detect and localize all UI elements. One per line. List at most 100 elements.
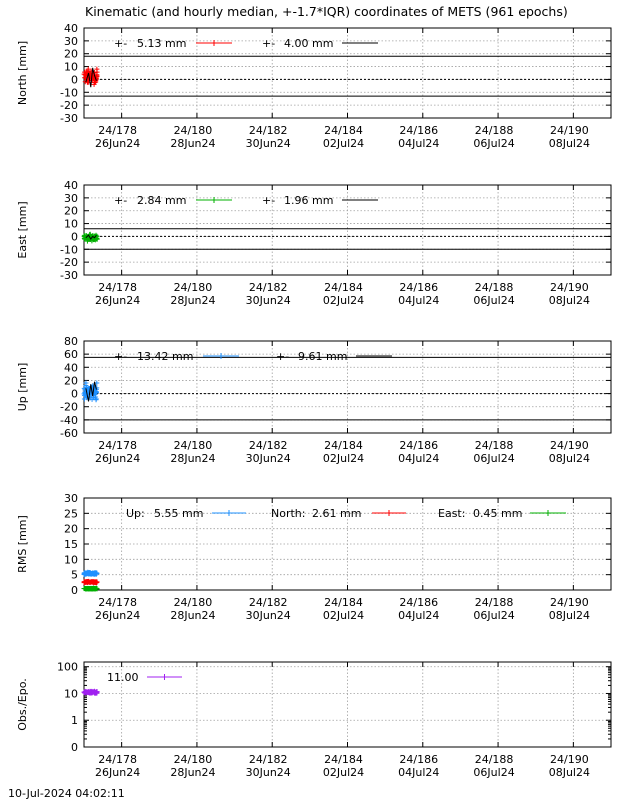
x-tick-label-doy: 24/182 [249, 596, 288, 609]
legend-prefix: +- [262, 194, 275, 207]
x-tick-label-doy: 24/186 [399, 596, 438, 609]
legend-entry: +- 2.84 mm [114, 194, 232, 207]
x-tick-label-doy: 24/178 [98, 124, 137, 137]
x-tick-label-doy: 24/180 [174, 753, 213, 766]
x-tick-label-date: 30Jun24 [246, 452, 291, 465]
y-tick-label: 0 [71, 741, 78, 754]
legend-value: 1.96 mm [284, 194, 333, 207]
x-tick-label-doy: 24/190 [550, 124, 589, 137]
x-tick-label-date: 08Jul24 [549, 766, 590, 779]
x-tick-label-doy: 24/178 [98, 281, 137, 294]
x-tick-label-date: 04Jul24 [398, 294, 439, 307]
x-tick-label-date: 28Jun24 [170, 452, 215, 465]
x-tick-label-date: 30Jun24 [246, 609, 291, 622]
x-tick-label-date: 28Jun24 [170, 294, 215, 307]
x-tick-label-doy: 24/186 [399, 753, 438, 766]
x-tick-label-doy: 24/178 [98, 596, 137, 609]
x-tick-label-date: 30Jun24 [246, 294, 291, 307]
x-tick-label-doy: 24/188 [475, 753, 514, 766]
y-tick-label: 0 [71, 230, 78, 243]
series-points [81, 578, 100, 586]
x-tick-label-date: 02Jul24 [323, 452, 364, 465]
y-tick-label: 60 [64, 348, 78, 361]
x-tick-label-date: 06Jul24 [473, 766, 514, 779]
x-tick-label-doy: 24/182 [249, 124, 288, 137]
y-tick-label: 40 [64, 361, 78, 374]
x-tick-label-doy: 24/180 [174, 439, 213, 452]
y-tick-label: 100 [57, 661, 78, 674]
x-tick-label-doy: 24/190 [550, 281, 589, 294]
x-tick-label-doy: 24/184 [324, 753, 363, 766]
panels: -30-20-1001020304024/17826Jun2424/18028J… [16, 22, 612, 779]
x-tick-label-doy: 24/184 [324, 124, 363, 137]
legend-entry: +- 1.96 mm [262, 194, 378, 207]
chart-title: Kinematic (and hourly median, +-1.7*IQR)… [85, 4, 568, 19]
x-tick-label-doy: 24/182 [249, 281, 288, 294]
y-axis-label: RMS [mm] [16, 515, 29, 573]
x-tick-label-doy: 24/186 [399, 124, 438, 137]
y-tick-label: 10 [64, 553, 78, 566]
x-tick-label-date: 06Jul24 [473, 294, 514, 307]
y-tick-label: 20 [64, 523, 78, 536]
x-tick-label-date: 08Jul24 [549, 609, 590, 622]
y-axis-label: North [mm] [16, 41, 29, 105]
y-tick-label: 0 [71, 388, 78, 401]
y-tick-label: 20 [64, 374, 78, 387]
y-tick-label: 40 [64, 179, 78, 192]
y-tick-label: 20 [64, 48, 78, 61]
x-tick-label-date: 30Jun24 [246, 137, 291, 150]
x-tick-label-date: 08Jul24 [549, 452, 590, 465]
series-points [81, 569, 100, 578]
y-tick-label: -20 [60, 401, 78, 414]
y-tick-label: -60 [60, 427, 78, 440]
legend-prefix: East: [438, 507, 465, 520]
y-tick-label: 5 [71, 569, 78, 582]
panel-1: -30-20-10010203040 24/17826Jun24 24/18028J… [16, 22, 612, 150]
y-tick-label: 30 [64, 192, 78, 205]
y-tick-label: 10 [64, 61, 78, 74]
data-point [94, 66, 100, 72]
x-tick-label-date: 02Jul24 [323, 609, 364, 622]
x-tick-label-doy: 24/184 [324, 439, 363, 452]
panel-5: 0 1 10 100 24/17826Jun24 24/18028Jun24 24/1823… [16, 661, 612, 779]
x-tick-label-date: 02Jul24 [323, 137, 364, 150]
x-tick-label-doy: 24/184 [324, 596, 363, 609]
y-axis-label: East [mm] [16, 201, 29, 258]
x-tick-label-doy: 24/188 [475, 439, 514, 452]
y-tick-label: -20 [60, 256, 78, 269]
legend-value: 11.00 [107, 671, 139, 684]
x-tick-label-doy: 24/188 [475, 596, 514, 609]
legend-value: 0.45 mm [473, 507, 522, 520]
x-tick-label-doy: 24/188 [475, 124, 514, 137]
y-tick-label: -10 [60, 243, 78, 256]
legend-entry: +- 13.42 mm [114, 350, 239, 363]
x-tick-label-date: 28Jun24 [170, 766, 215, 779]
y-tick-label: 40 [64, 22, 78, 35]
x-tick-label-date: 06Jul24 [473, 452, 514, 465]
x-tick-label-date: 30Jun24 [246, 766, 291, 779]
legend-entry: 11.00 [107, 671, 182, 684]
panel-4: 0 5 10 15 20 25 30 24/17826Jun24 24/18028Jun24 24… [16, 492, 612, 622]
legend-value: 2.84 mm [137, 194, 186, 207]
y-tick-label: 30 [64, 35, 78, 48]
x-tick-label-doy: 24/182 [249, 439, 288, 452]
x-tick-label-doy: 24/180 [174, 281, 213, 294]
x-tick-label-doy: 24/178 [98, 439, 137, 452]
x-tick-label-doy: 24/188 [475, 281, 514, 294]
x-tick-label-date: 28Jun24 [170, 137, 215, 150]
y-tick-label: 1 [71, 714, 78, 727]
x-tick-label-doy: 24/180 [174, 596, 213, 609]
y-tick-label: -30 [60, 112, 78, 125]
legend-entry: East: 0.45 mm [438, 507, 566, 520]
y-tick-label: 15 [64, 538, 78, 551]
y-tick-label: -20 [60, 99, 78, 112]
series-points [81, 688, 100, 696]
x-tick-label-date: 02Jul24 [323, 294, 364, 307]
y-tick-label: -40 [60, 414, 78, 427]
legend-prefix: +- [276, 350, 289, 363]
y-tick-label: 0 [71, 73, 78, 86]
x-tick-label-doy: 24/178 [98, 753, 137, 766]
legend-entry: North: 2.61 mm [271, 507, 406, 520]
y-axis-label: Obs./Epo. [16, 678, 29, 731]
legend-value: 5.13 mm [137, 37, 186, 50]
